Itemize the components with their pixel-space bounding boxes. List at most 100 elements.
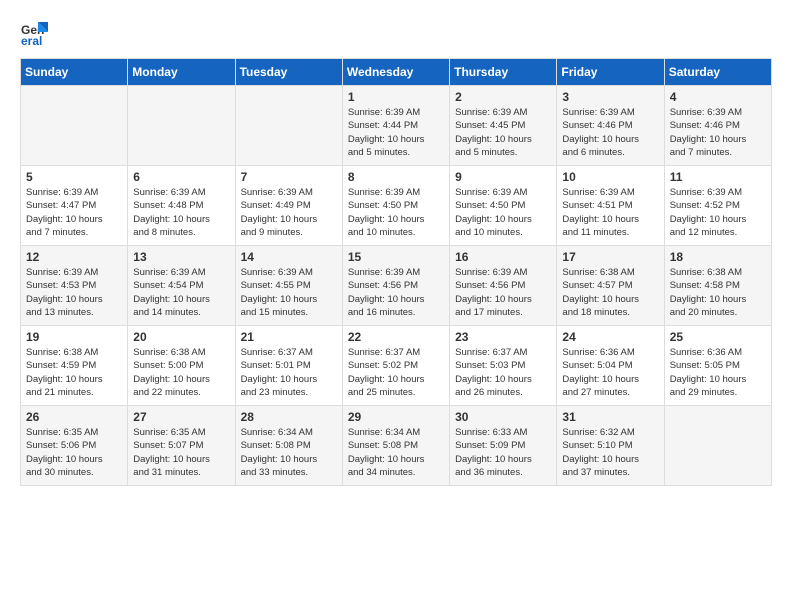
day-number: 13	[133, 250, 229, 264]
week-row-2: 5Sunrise: 6:39 AMSunset: 4:47 PMDaylight…	[21, 166, 772, 246]
day-number: 19	[26, 330, 122, 344]
day-number: 30	[455, 410, 551, 424]
day-cell: 20 Sunrise: 6:38 AMSunset: 5:00 PMDayligh…	[128, 326, 235, 406]
day-cell: 9 Sunrise: 6:39 AMSunset: 4:50 PMDaylight…	[450, 166, 557, 246]
day-number: 8	[348, 170, 444, 184]
day-number: 21	[241, 330, 337, 344]
day-number: 25	[670, 330, 766, 344]
svg-text:eral: eral	[21, 34, 42, 46]
day-number: 17	[562, 250, 658, 264]
day-info: Sunrise: 6:38 AMSunset: 5:00 PMDaylight:…	[133, 346, 229, 399]
day-number: 18	[670, 250, 766, 264]
day-info: Sunrise: 6:39 AMSunset: 4:56 PMDaylight:…	[455, 266, 551, 319]
week-row-5: 26 Sunrise: 6:35 AMSunset: 5:06 PMDayligh…	[21, 406, 772, 486]
day-info: Sunrise: 6:36 AMSunset: 5:04 PMDaylight:…	[562, 346, 658, 399]
day-number: 23	[455, 330, 551, 344]
day-cell	[128, 86, 235, 166]
day-number: 2	[455, 90, 551, 104]
day-info: Sunrise: 6:34 AMSunset: 5:08 PMDaylight:…	[348, 426, 444, 479]
day-info: Sunrise: 6:32 AMSunset: 5:10 PMDaylight:…	[562, 426, 658, 479]
weekday-header-monday: Monday	[128, 59, 235, 86]
day-number: 7	[241, 170, 337, 184]
day-cell: 19 Sunrise: 6:38 AMSunset: 4:59 PMDayligh…	[21, 326, 128, 406]
day-number: 11	[670, 170, 766, 184]
weekday-header-row: SundayMondayTuesdayWednesdayThursdayFrid…	[21, 59, 772, 86]
day-info: Sunrise: 6:39 AMSunset: 4:52 PMDaylight:…	[670, 186, 766, 239]
day-info: Sunrise: 6:35 AMSunset: 5:06 PMDaylight:…	[26, 426, 122, 479]
day-cell: 5Sunrise: 6:39 AMSunset: 4:47 PMDaylight…	[21, 166, 128, 246]
day-info: Sunrise: 6:38 AMSunset: 4:59 PMDaylight:…	[26, 346, 122, 399]
day-cell: 26 Sunrise: 6:35 AMSunset: 5:06 PMDayligh…	[21, 406, 128, 486]
weekday-header-wednesday: Wednesday	[342, 59, 449, 86]
day-info: Sunrise: 6:38 AMSunset: 4:58 PMDaylight:…	[670, 266, 766, 319]
day-number: 4	[670, 90, 766, 104]
day-info: Sunrise: 6:37 AMSunset: 5:03 PMDaylight:…	[455, 346, 551, 399]
day-info: Sunrise: 6:39 AMSunset: 4:49 PMDaylight:…	[241, 186, 337, 239]
weekday-header-sunday: Sunday	[21, 59, 128, 86]
day-number: 9	[455, 170, 551, 184]
day-info: Sunrise: 6:35 AMSunset: 5:07 PMDaylight:…	[133, 426, 229, 479]
day-number: 24	[562, 330, 658, 344]
week-row-4: 19 Sunrise: 6:38 AMSunset: 4:59 PMDayligh…	[21, 326, 772, 406]
day-info: Sunrise: 6:39 AMSunset: 4:55 PMDaylight:…	[241, 266, 337, 319]
day-info: Sunrise: 6:37 AMSunset: 5:02 PMDaylight:…	[348, 346, 444, 399]
day-cell: 23 Sunrise: 6:37 AMSunset: 5:03 PMDayligh…	[450, 326, 557, 406]
week-row-3: 12Sunrise: 6:39 AMSunset: 4:53 PMDayligh…	[21, 246, 772, 326]
day-cell: 30 Sunrise: 6:33 AMSunset: 5:09 PMDayligh…	[450, 406, 557, 486]
day-number: 22	[348, 330, 444, 344]
day-cell: 3 Sunrise: 6:39 AMSunset: 4:46 PMDaylight…	[557, 86, 664, 166]
day-info: Sunrise: 6:39 AMSunset: 4:46 PMDaylight:…	[670, 106, 766, 159]
day-info: Sunrise: 6:37 AMSunset: 5:01 PMDaylight:…	[241, 346, 337, 399]
day-info: Sunrise: 6:39 AMSunset: 4:44 PMDaylight:…	[348, 106, 444, 159]
day-number: 12	[26, 250, 122, 264]
day-info: Sunrise: 6:39 AMSunset: 4:50 PMDaylight:…	[348, 186, 444, 239]
weekday-header-saturday: Saturday	[664, 59, 771, 86]
day-number: 14	[241, 250, 337, 264]
header-area: Gen eral	[20, 18, 772, 46]
logo-icon: Gen eral	[20, 18, 48, 46]
day-info: Sunrise: 6:39 AMSunset: 4:50 PMDaylight:…	[455, 186, 551, 239]
day-cell: 27 Sunrise: 6:35 AMSunset: 5:07 PMDayligh…	[128, 406, 235, 486]
day-number: 15	[348, 250, 444, 264]
day-number: 27	[133, 410, 229, 424]
day-info: Sunrise: 6:39 AMSunset: 4:51 PMDaylight:…	[562, 186, 658, 239]
day-cell: 4 Sunrise: 6:39 AMSunset: 4:46 PMDaylight…	[664, 86, 771, 166]
day-cell: 7 Sunrise: 6:39 AMSunset: 4:49 PMDaylight…	[235, 166, 342, 246]
day-cell: 22 Sunrise: 6:37 AMSunset: 5:02 PMDayligh…	[342, 326, 449, 406]
day-info: Sunrise: 6:39 AMSunset: 4:47 PMDaylight:…	[26, 186, 122, 239]
day-cell: 13 Sunrise: 6:39 AMSunset: 4:54 PMDayligh…	[128, 246, 235, 326]
day-cell: 1 Sunrise: 6:39 AMSunset: 4:44 PMDaylight…	[342, 86, 449, 166]
day-number: 26	[26, 410, 122, 424]
day-number: 6	[133, 170, 229, 184]
day-info: Sunrise: 6:33 AMSunset: 5:09 PMDaylight:…	[455, 426, 551, 479]
day-cell: 6 Sunrise: 6:39 AMSunset: 4:48 PMDaylight…	[128, 166, 235, 246]
logo: Gen eral	[20, 18, 52, 46]
day-number: 20	[133, 330, 229, 344]
day-cell: 24 Sunrise: 6:36 AMSunset: 5:04 PMDayligh…	[557, 326, 664, 406]
day-number: 28	[241, 410, 337, 424]
day-number: 10	[562, 170, 658, 184]
day-cell	[235, 86, 342, 166]
day-cell: 29 Sunrise: 6:34 AMSunset: 5:08 PMDayligh…	[342, 406, 449, 486]
day-info: Sunrise: 6:34 AMSunset: 5:08 PMDaylight:…	[241, 426, 337, 479]
week-row-1: 1 Sunrise: 6:39 AMSunset: 4:44 PMDaylight…	[21, 86, 772, 166]
day-number: 16	[455, 250, 551, 264]
day-number: 3	[562, 90, 658, 104]
day-info: Sunrise: 6:39 AMSunset: 4:54 PMDaylight:…	[133, 266, 229, 319]
day-info: Sunrise: 6:39 AMSunset: 4:46 PMDaylight:…	[562, 106, 658, 159]
day-info: Sunrise: 6:39 AMSunset: 4:48 PMDaylight:…	[133, 186, 229, 239]
day-info: Sunrise: 6:39 AMSunset: 4:45 PMDaylight:…	[455, 106, 551, 159]
day-number: 29	[348, 410, 444, 424]
day-number: 1	[348, 90, 444, 104]
day-info: Sunrise: 6:39 AMSunset: 4:56 PMDaylight:…	[348, 266, 444, 319]
day-info: Sunrise: 6:36 AMSunset: 5:05 PMDaylight:…	[670, 346, 766, 399]
day-cell: 15 Sunrise: 6:39 AMSunset: 4:56 PMDayligh…	[342, 246, 449, 326]
day-info: Sunrise: 6:38 AMSunset: 4:57 PMDaylight:…	[562, 266, 658, 319]
page: Gen eral SundayMondayTuesdayWednesdayThu…	[0, 0, 792, 496]
day-cell: 12Sunrise: 6:39 AMSunset: 4:53 PMDayligh…	[21, 246, 128, 326]
calendar-table: SundayMondayTuesdayWednesdayThursdayFrid…	[20, 58, 772, 486]
day-cell: 10 Sunrise: 6:39 AMSunset: 4:51 PMDayligh…	[557, 166, 664, 246]
day-cell: 2 Sunrise: 6:39 AMSunset: 4:45 PMDaylight…	[450, 86, 557, 166]
day-cell	[664, 406, 771, 486]
weekday-header-thursday: Thursday	[450, 59, 557, 86]
